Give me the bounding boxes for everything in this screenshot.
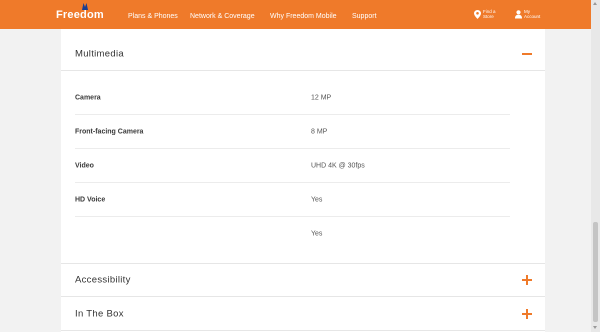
logo-mark-icon	[82, 3, 88, 10]
user-icon	[515, 9, 522, 18]
section-header-in-the-box[interactable]: In The Box	[61, 297, 545, 331]
account-label-2: Account	[524, 14, 541, 19]
spec-value: Yes	[311, 196, 323, 203]
spec-value: Yes	[311, 230, 323, 238]
collapse-minus-icon[interactable]	[522, 49, 532, 59]
section-title-multimedia: Multimedia	[75, 48, 124, 59]
spec-value: 8 MP	[311, 128, 328, 135]
my-account-link[interactable]: My Account	[515, 9, 544, 19]
scroll-down-arrow-icon[interactable]	[593, 326, 597, 329]
nav-network-coverage[interactable]: Network & Coverage	[190, 13, 255, 20]
section-header-accessibility[interactable]: Accessibility	[61, 263, 545, 297]
spec-label: HD Voice	[75, 196, 106, 203]
scrollbar-thumb[interactable]	[593, 222, 598, 322]
find-store-link[interactable]: Find a Store	[474, 9, 503, 19]
scroll-up-arrow-icon[interactable]	[593, 2, 597, 5]
spec-label: Front-facing Camera	[75, 128, 144, 135]
spec-label: Camera	[75, 94, 101, 101]
spec-row-camera: Camera 12 MP	[75, 81, 510, 115]
location-pin-icon	[474, 9, 481, 19]
spec-label: Video	[75, 162, 94, 169]
freedom-logo[interactable]: Freedom	[56, 9, 104, 21]
nav-why-freedom[interactable]: Why Freedom Mobile	[270, 13, 337, 20]
section-header-multimedia[interactable]: Multimedia	[61, 37, 545, 71]
spec-row-unlabeled: Yes	[75, 217, 510, 251]
expand-plus-icon[interactable]	[522, 275, 532, 285]
spec-value: 12 MP	[311, 94, 332, 101]
spec-row-front-camera: Front-facing Camera 8 MP	[75, 115, 510, 149]
specs-panel: Multimedia Camera 12 MP Front-facing Cam…	[61, 29, 545, 332]
section-title-in-the-box: In The Box	[75, 308, 124, 319]
section-title-accessibility: Accessibility	[75, 274, 131, 286]
nav-plans-phones[interactable]: Plans & Phones	[128, 13, 178, 20]
spec-row-video: Video UHD 4K @ 30fps	[75, 149, 510, 183]
nav-support[interactable]: Support	[352, 13, 377, 20]
page-scrollbar[interactable]	[591, 0, 600, 332]
spec-row-hd-voice: HD Voice Yes	[75, 183, 510, 217]
top-navigation-bar: Freedom Plans & Phones Network & Coverag…	[0, 0, 591, 29]
find-store-label-2: Store	[483, 14, 494, 19]
spec-value: UHD 4K @ 30fps	[311, 162, 365, 169]
expand-plus-icon[interactable]	[522, 308, 532, 319]
